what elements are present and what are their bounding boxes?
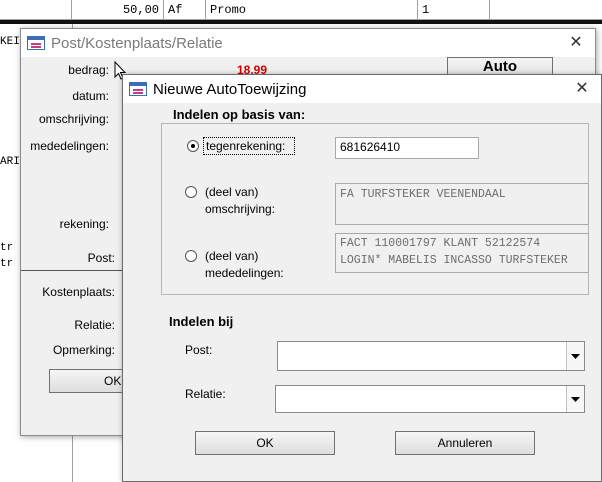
post-label: Post: (185, 343, 213, 357)
bg-text-fragment: ARI (0, 156, 20, 168)
amount-cell: 50,00 (72, 0, 164, 20)
datasheet-separator (0, 20, 602, 24)
mededelingen-radio[interactable] (185, 250, 197, 262)
kostenplaats-label: Kostenplaats: (42, 285, 115, 299)
ok-button[interactable]: OK (49, 369, 129, 393)
bedrag-label: bedrag: (68, 63, 109, 77)
datum-label: datum: (72, 89, 109, 103)
dialog-body: Indelen op basis van: tegenrekening: 681… (123, 103, 601, 481)
omschrijving-radio[interactable] (185, 186, 197, 198)
mededelingen-value-line1: FACT 110001797 KLANT 52122574 (340, 237, 541, 250)
form-icon (27, 36, 45, 50)
row-selector-cell (0, 0, 72, 20)
close-icon[interactable]: ✕ (567, 34, 585, 52)
bg-text-fragment: tr (0, 258, 14, 270)
chevron-down-icon[interactable] (566, 386, 584, 412)
omschrijving-field[interactable]: FA TURFSTEKER VEENENDAAL (335, 183, 589, 225)
dialog-title: Nieuwe AutoToewijzing (153, 80, 307, 98)
description-cell: Promo (206, 0, 418, 20)
empty-cell (490, 0, 602, 20)
code-cell: Af (164, 0, 206, 20)
annuleren-button[interactable]: Annuleren (395, 431, 535, 455)
window-title: Post/Kostenplaats/Relatie (51, 34, 223, 52)
nieuwe-autotoewijzing-dialog: Nieuwe AutoToewijzing ✕ Indelen op basis… (122, 74, 602, 482)
dialog-titlebar[interactable]: Nieuwe AutoToewijzing ✕ (123, 75, 601, 103)
omschrijving-label-line1: (deel van) (205, 185, 259, 199)
indelen-bij-heading: Indelen bij (169, 314, 234, 329)
mededelingen-field[interactable]: FACT 110001797 KLANT 52122574 LOGIN* MAB… (335, 233, 589, 273)
form-icon (129, 82, 147, 96)
bg-text-fragment: KEI (0, 36, 20, 48)
post-combobox[interactable] (277, 341, 585, 371)
datasheet-row[interactable]: 50,00 Af Promo 1 (0, 0, 602, 20)
tegenrekening-field[interactable]: 681626410 (335, 137, 479, 159)
opmerking-label: Opmerking: (52, 343, 115, 357)
count-cell: 1 (418, 0, 490, 20)
chevron-down-icon[interactable] (566, 342, 584, 370)
rekening-label: rekening: (59, 217, 109, 231)
post-label: Post: (87, 251, 115, 265)
omschrijving-label: omschrijving: (38, 112, 109, 126)
relatie-label: Relatie: (185, 387, 226, 401)
window-titlebar[interactable]: Post/Kostenplaats/Relatie ✕ (21, 29, 595, 57)
omschrijving-label-line2: omschrijving: (205, 202, 276, 216)
ok-button[interactable]: OK (195, 431, 335, 455)
bg-text-fragment: tr (0, 242, 14, 254)
mededelingen-label-line2: mededelingen: (205, 266, 284, 280)
close-icon[interactable]: ✕ (573, 80, 591, 98)
tegenrekening-radio[interactable] (187, 140, 199, 152)
relatie-label: Relatie: (74, 318, 115, 332)
relatie-combobox[interactable] (275, 385, 585, 413)
group-title: Indelen op basis van: (171, 107, 308, 122)
tegenrekening-label: tegenrekening: (206, 139, 286, 153)
mededelingen-value-line2: LOGIN* MABELIS INCASSO TURFSTEKER (340, 254, 568, 267)
mededelingen-label-line1: (deel van) (205, 249, 259, 263)
mededelingen-label: mededelingen: (30, 139, 109, 153)
